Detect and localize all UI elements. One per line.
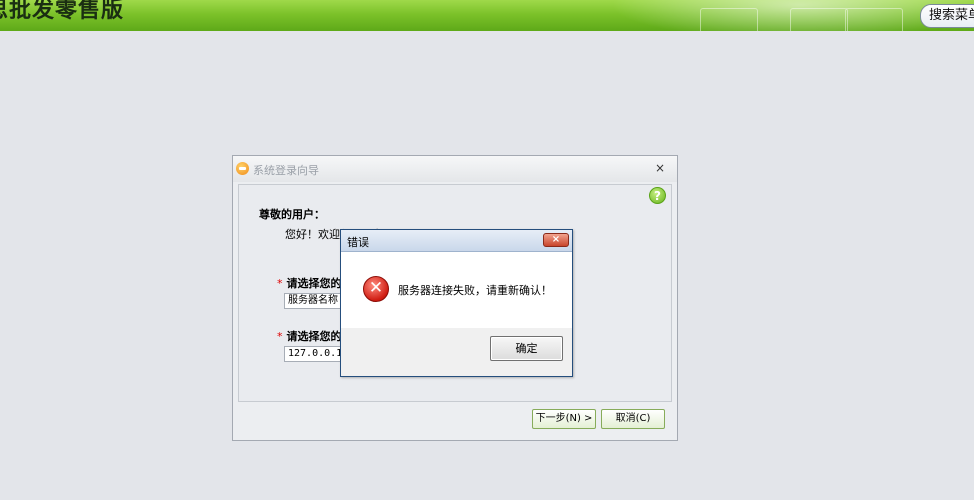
wizard-title: 系统登录向导: [253, 164, 319, 177]
banner-decoration: [700, 8, 758, 31]
error-dialog: 错误 × ✕ 服务器连接失败，请重新确认！ 确定: [340, 229, 573, 377]
app-title: 思批发零售版: [0, 0, 125, 23]
app-icon: [236, 162, 249, 175]
error-message: 服务器连接失败，请重新确认！: [398, 284, 552, 297]
error-dialog-titlebar[interactable]: 错误 ×: [341, 230, 572, 252]
server-label: * 请选择您的: [277, 277, 342, 290]
required-mark: *: [277, 330, 283, 343]
banner-decoration: [845, 8, 903, 31]
error-icon: ✕: [363, 276, 389, 302]
cancel-button[interactable]: 取消(C): [601, 409, 665, 429]
ip-label: * 请选择您的: [277, 330, 342, 343]
next-button[interactable]: 下一步(N) >: [532, 409, 596, 429]
close-icon[interactable]: ×: [543, 233, 569, 247]
required-mark: *: [277, 277, 283, 290]
wizard-titlebar[interactable]: 系统登录向导 ×: [233, 156, 677, 182]
error-dialog-footer: 确定: [341, 328, 572, 376]
error-dialog-title: 错误: [347, 236, 369, 249]
help-icon[interactable]: ?: [649, 187, 666, 204]
ok-button[interactable]: 确定: [490, 336, 563, 361]
top-banner: 思批发零售版 搜索菜单: [0, 0, 974, 31]
greeting-label: 尊敬的用户：: [259, 208, 325, 221]
search-menu-button[interactable]: 搜索菜单: [920, 4, 974, 28]
banner-decoration: [790, 8, 848, 31]
close-icon[interactable]: ×: [653, 161, 667, 175]
